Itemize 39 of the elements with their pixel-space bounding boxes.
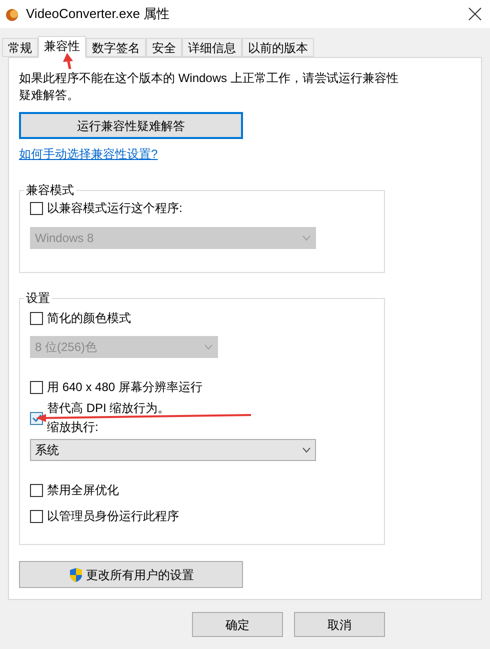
tab[interactable]: 常规 <box>2 38 38 57</box>
group-title: 设置 <box>25 290 51 307</box>
dropdown[interactable]: 系统 <box>30 439 316 461</box>
chevron-down-icon <box>302 447 311 453</box>
dropdown-value: 系统 <box>35 442 59 459</box>
troubleshoot-button[interactable]: 运行兼容性疑难解答 <box>19 112 243 139</box>
all-users-button[interactable]: 更改所有用户的设置 <box>19 561 243 588</box>
check-icon <box>32 413 42 423</box>
checkbox[interactable] <box>30 312 43 325</box>
dropdown-value: Windows 8 <box>35 230 94 247</box>
help-link[interactable]: 如何手动选择兼容性设置? <box>19 145 158 163</box>
checkbox[interactable] <box>30 202 43 214</box>
description: 如果此程序不能在这个版本的 Windows 上正常工作，请尝试运行兼容性疑难解答。 <box>19 70 400 104</box>
checkbox-sublabel: 缩放执行: <box>47 420 100 435</box>
annotation-arrow <box>62 53 76 69</box>
tab[interactable]: 数字签名 <box>86 38 146 57</box>
tab[interactable]: 以前的版本 <box>242 38 314 57</box>
checkbox-label: 简化的颜色模式 <box>47 311 131 326</box>
app-icon <box>4 6 20 22</box>
checkbox[interactable] <box>30 510 43 523</box>
checkbox-label: 替代高 DPI 缩放行为。 <box>47 401 170 416</box>
checkbox-label: 以兼容模式运行这个程序: <box>47 200 182 217</box>
chevron-down-icon <box>204 344 213 350</box>
group-title: 兼容模式 <box>25 182 75 199</box>
chevron-down-icon <box>302 235 311 241</box>
checkbox[interactable] <box>30 381 43 394</box>
checkbox[interactable] <box>30 484 43 497</box>
dialog-button[interactable]: 确定 <box>192 612 283 637</box>
checkbox-label: 以管理员身份运行此程序 <box>47 509 179 524</box>
checkbox-label: 用 640 x 480 屏幕分辨率运行 <box>47 380 202 395</box>
dialog-button[interactable]: 取消 <box>294 612 385 637</box>
dropdown-value: 8 位(256)色 <box>35 339 98 356</box>
close-icon[interactable] <box>468 7 482 21</box>
shield-icon <box>68 566 84 582</box>
tab[interactable]: 详细信息 <box>182 38 242 57</box>
tab[interactable]: 兼容性 <box>38 36 86 58</box>
tab[interactable]: 安全 <box>146 38 182 57</box>
window-title: VideoConverter.exe 属性 <box>26 5 171 24</box>
checkbox-label: 禁用全屏优化 <box>47 483 119 498</box>
